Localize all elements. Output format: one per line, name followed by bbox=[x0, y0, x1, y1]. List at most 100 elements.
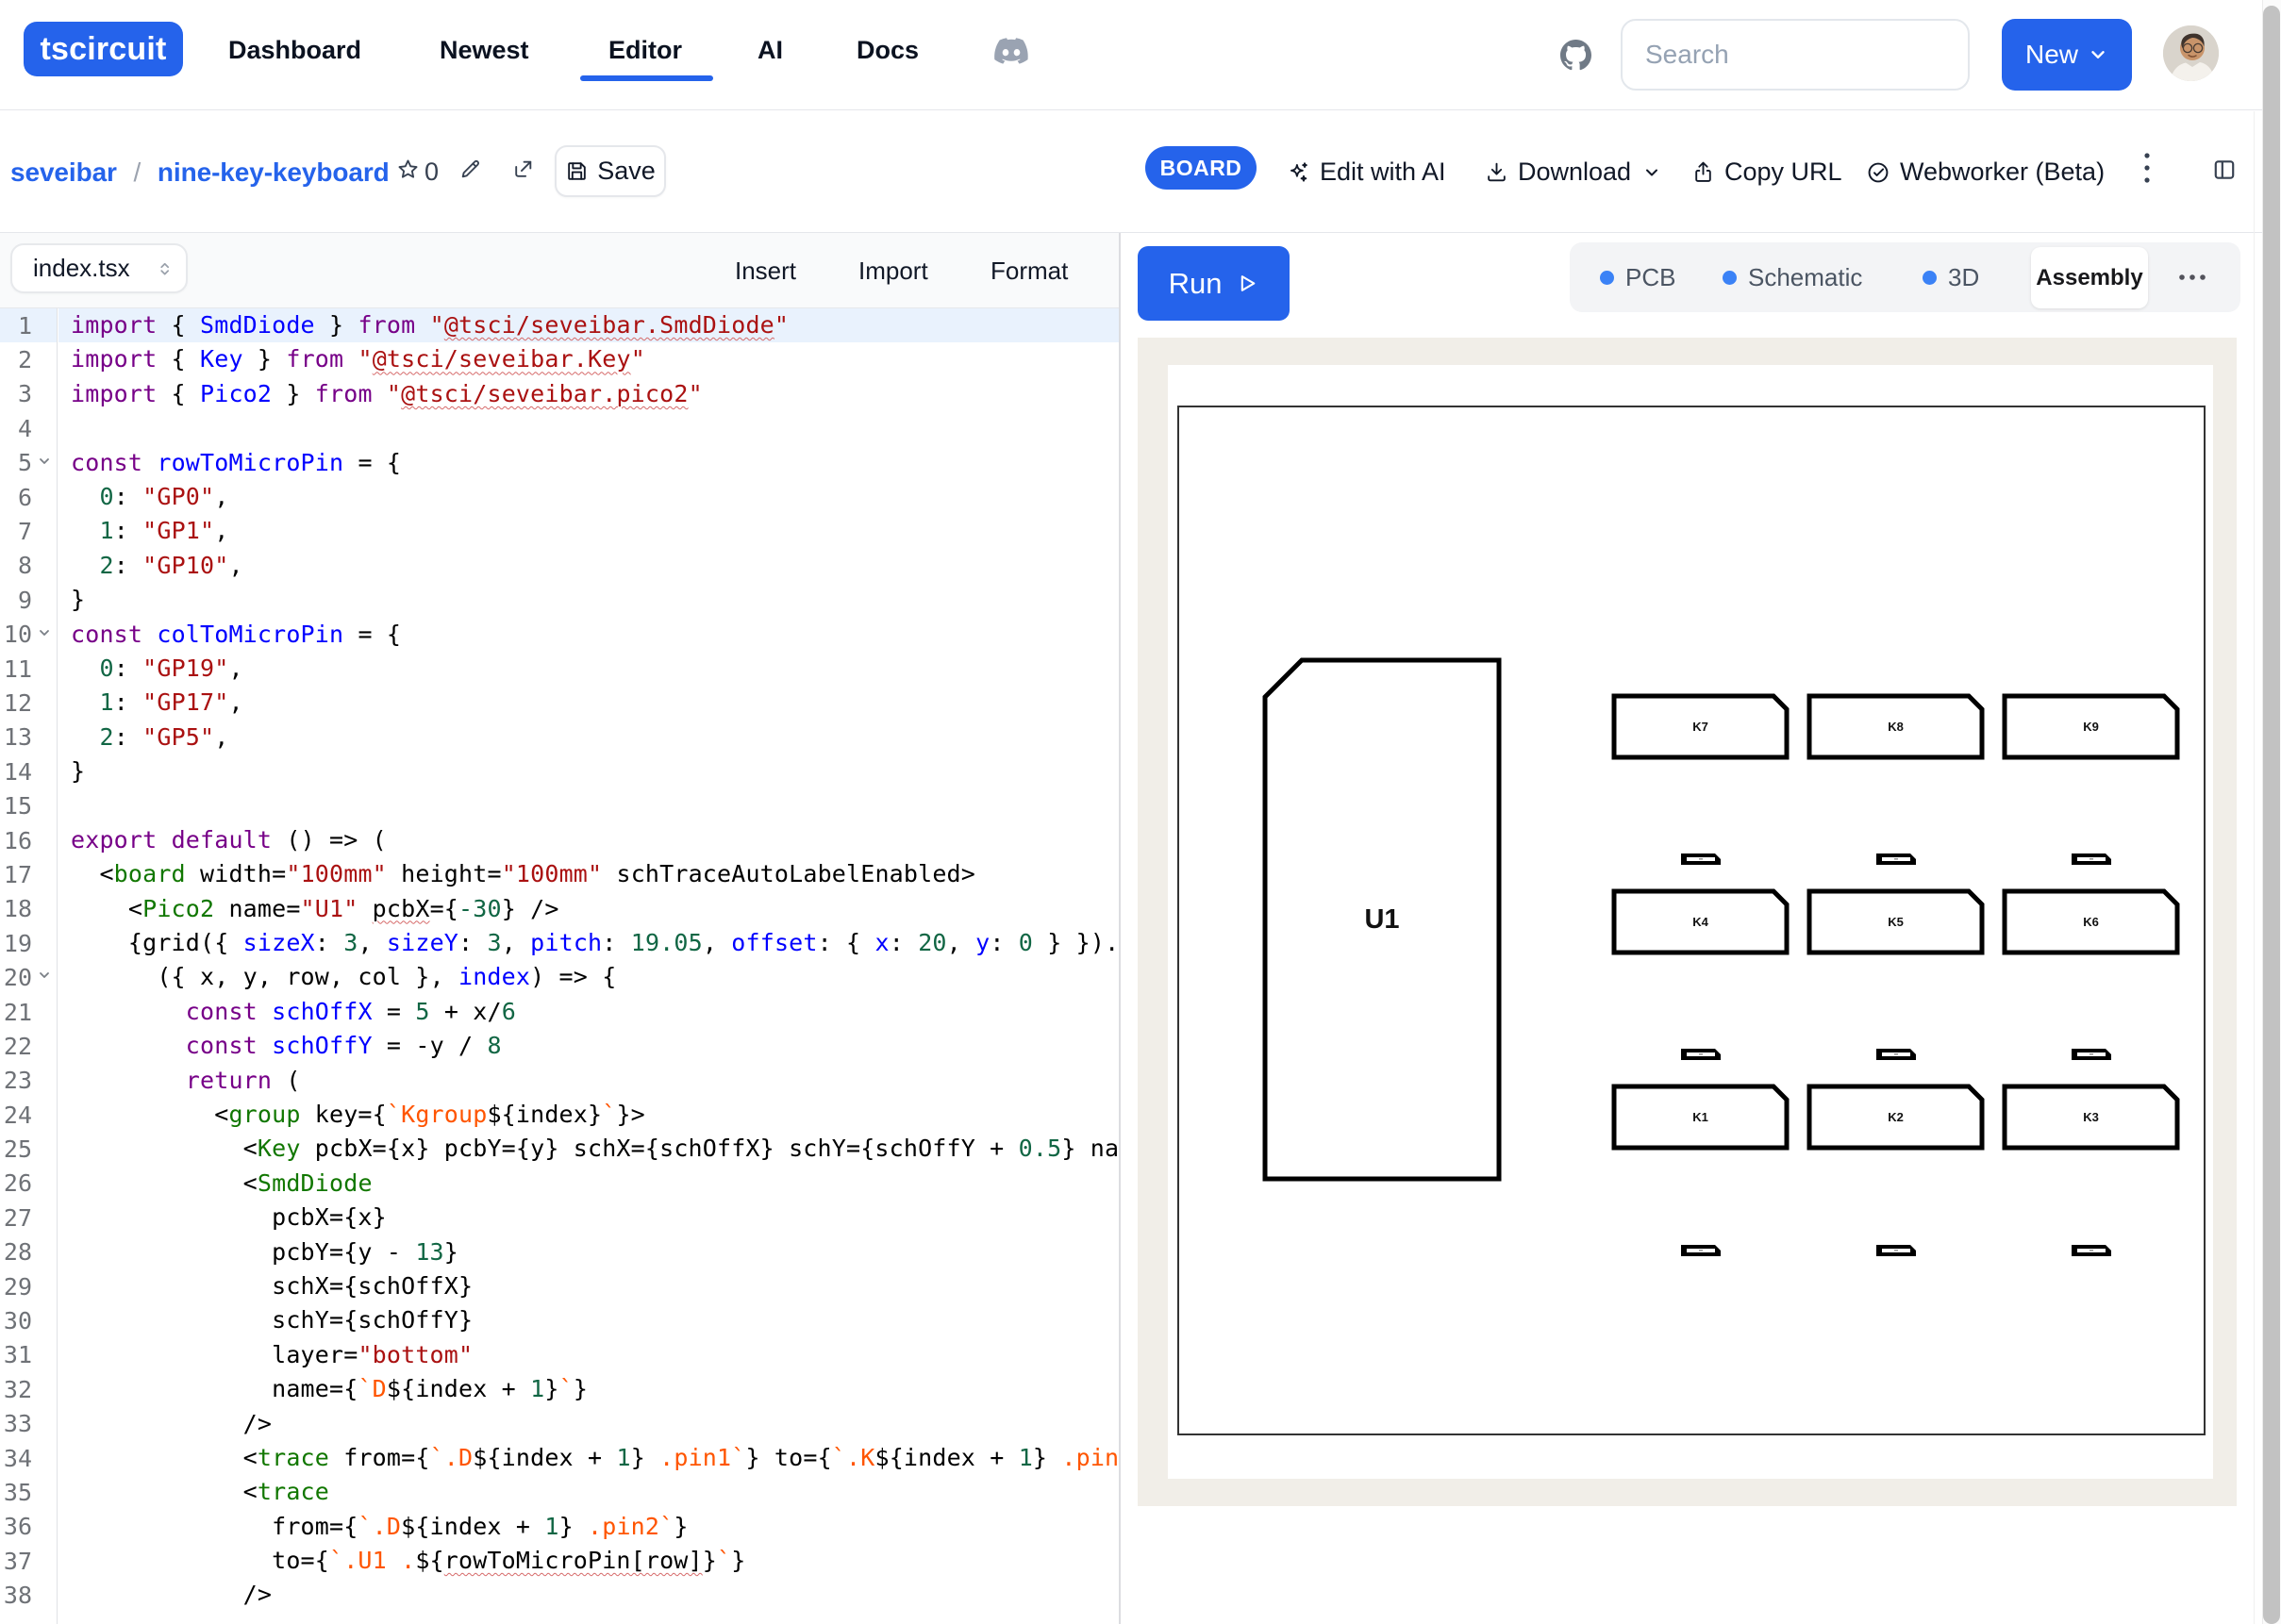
panel-layout-icon[interactable] bbox=[2212, 157, 2237, 187]
code-line-3[interactable]: import { Pico2 } from "@tsci/seveibar.pi… bbox=[58, 377, 1119, 411]
board-badge[interactable]: BOARD bbox=[1145, 146, 1257, 190]
code-token: , bbox=[502, 929, 530, 956]
gutter-row-19: 19 bbox=[0, 926, 57, 960]
editor-menu-insert[interactable]: Insert bbox=[735, 233, 796, 308]
code-line-27[interactable]: pcbX={x} bbox=[58, 1201, 1119, 1235]
code-token: : bbox=[114, 655, 142, 682]
code-line-17[interactable]: <board width="100mm" height="100mm" schT… bbox=[58, 857, 1119, 891]
gutter-row-32: 32 bbox=[0, 1372, 57, 1406]
code-editor[interactable]: 1234567891011121314151617181920212223242… bbox=[0, 308, 1119, 1624]
code-line-36[interactable]: from={`.D${index + 1} .pin2`} bbox=[58, 1510, 1119, 1544]
code-line-13[interactable]: 2: "GP5", bbox=[58, 721, 1119, 754]
code-line-16[interactable]: export default () => ( bbox=[58, 823, 1119, 857]
code-line-19[interactable]: {grid({ sizeX: 3, sizeY: 3, pitch: 19.05… bbox=[58, 926, 1119, 960]
code-line-23[interactable]: return ( bbox=[58, 1064, 1119, 1098]
code-line-29[interactable]: schX={schOffX} bbox=[58, 1269, 1119, 1303]
star-icon[interactable] bbox=[396, 157, 420, 186]
code-line-9[interactable]: } bbox=[58, 583, 1119, 617]
code-line-11[interactable]: 0: "GP19", bbox=[58, 652, 1119, 686]
code-line-37[interactable]: to={`.U1 .${rowToMicroPin[row]}`} bbox=[58, 1544, 1119, 1578]
code-line-34[interactable]: <trace from={`.D${index + 1} .pin1`} to=… bbox=[58, 1441, 1119, 1475]
webworker-button[interactable]: Webworker (Beta) bbox=[1866, 111, 2105, 233]
tab-pcb[interactable]: PCB bbox=[1600, 242, 1675, 312]
nav-item-newest[interactable]: Newest bbox=[440, 0, 529, 100]
code-line-6[interactable]: 0: "GP0", bbox=[58, 480, 1119, 514]
code-line-10[interactable]: const colToMicroPin = { bbox=[58, 618, 1119, 652]
editor-menu-format[interactable]: Format bbox=[991, 233, 1068, 308]
line-number: 21 bbox=[0, 999, 32, 1026]
new-button[interactable]: New bbox=[2002, 19, 2132, 91]
code-token bbox=[142, 621, 157, 648]
nav-item-dashboard[interactable]: Dashboard bbox=[228, 0, 361, 100]
play-icon bbox=[1235, 272, 1258, 295]
code-token: } bbox=[574, 1375, 588, 1402]
code-line-20[interactable]: ({ x, y, row, col }, index) => { bbox=[58, 960, 1119, 994]
fold-marker[interactable] bbox=[32, 960, 57, 994]
tab-assembly-active[interactable]: Assembly bbox=[2031, 247, 2148, 308]
code-line-21[interactable]: const schOffX = 5 + x/6 bbox=[58, 995, 1119, 1029]
code-token: schOffY bbox=[272, 1032, 373, 1059]
tab-3d[interactable]: 3D bbox=[1923, 242, 1979, 312]
tabstrip-more-button[interactable] bbox=[2164, 242, 2221, 312]
file-select[interactable]: index.tsx bbox=[10, 243, 188, 293]
avatar[interactable] bbox=[2163, 25, 2219, 81]
breadcrumb-owner-link[interactable]: seveibar bbox=[10, 157, 117, 187]
code-token: offset bbox=[731, 929, 817, 956]
kebab-menu-icon[interactable] bbox=[2136, 149, 2158, 191]
edit-with-ai-button[interactable]: Edit with AI bbox=[1286, 111, 1446, 233]
save-button[interactable]: Save bbox=[555, 145, 666, 197]
fold-marker[interactable] bbox=[32, 446, 57, 480]
nav-item-ai[interactable]: AI bbox=[758, 0, 783, 100]
code-line-15[interactable] bbox=[58, 788, 1119, 822]
code-token: import bbox=[71, 311, 157, 339]
code-line-1[interactable]: import { SmdDiode } from "@tsci/seveibar… bbox=[58, 308, 1119, 342]
code-line-5[interactable]: const rowToMicroPin = { bbox=[58, 446, 1119, 480]
tab-schematic[interactable]: Schematic bbox=[1723, 242, 1862, 312]
code-token: : bbox=[458, 929, 487, 956]
edit-pencil-icon[interactable] bbox=[458, 157, 482, 186]
code-line-7[interactable]: 1: "GP1", bbox=[58, 514, 1119, 548]
code-line-32[interactable]: name={`D${index + 1}`} bbox=[58, 1372, 1119, 1406]
nav-item-editor[interactable]: Editor bbox=[608, 0, 682, 100]
open-external-icon[interactable] bbox=[511, 157, 535, 186]
code-line-18[interactable]: <Pico2 name="U1" pcbX={-30} /> bbox=[58, 892, 1119, 926]
nav-item-docs[interactable]: Docs bbox=[857, 0, 919, 100]
code-line-8[interactable]: 2: "GP10", bbox=[58, 549, 1119, 583]
editor-menu-import[interactable]: Import bbox=[858, 233, 928, 308]
scrollbar-thumb[interactable] bbox=[2263, 6, 2280, 1624]
breadcrumb-project-link[interactable]: nine-key-keyboard bbox=[158, 157, 390, 187]
code-line-4[interactable] bbox=[58, 411, 1119, 445]
chevron-down-icon bbox=[2088, 44, 2108, 65]
code-line-24[interactable]: <group key={`Kgroup${index}`}> bbox=[58, 1098, 1119, 1132]
code-line-25[interactable]: <Key pcbX={x} pcbY={y} schX={schOffX} sc… bbox=[58, 1132, 1119, 1166]
code-line-26[interactable]: <SmdDiode bbox=[58, 1167, 1119, 1201]
discord-icon[interactable] bbox=[993, 38, 1029, 66]
code-token: } bbox=[444, 1238, 458, 1266]
code-line-14[interactable]: } bbox=[58, 754, 1119, 788]
code-line-2[interactable]: import { Key } from "@tsci/seveibar.Key" bbox=[58, 342, 1119, 376]
run-button[interactable]: Run bbox=[1138, 246, 1290, 321]
code-line-22[interactable]: const schOffY = -y / 8 bbox=[58, 1029, 1119, 1063]
assembly-diode bbox=[1876, 853, 1916, 865]
github-icon[interactable] bbox=[1560, 40, 1591, 71]
code-token: ) => { bbox=[530, 963, 616, 990]
code-token: return bbox=[186, 1067, 272, 1094]
tscircuit-logo[interactable]: tscircuit bbox=[24, 22, 183, 76]
assembly-canvas[interactable]: U1K7K8K9K4K5K6K1K2K3 bbox=[1168, 365, 2213, 1479]
code-line-12[interactable]: 1: "GP17", bbox=[58, 686, 1119, 720]
code-line-38[interactable]: /> bbox=[58, 1578, 1119, 1612]
code-token: width= bbox=[186, 860, 287, 887]
code-line-28[interactable]: pcbY={y - 13} bbox=[58, 1235, 1119, 1269]
code-line-31[interactable]: layer="bottom" bbox=[58, 1338, 1119, 1372]
assembly-diode bbox=[2072, 853, 2111, 865]
fold-marker[interactable] bbox=[32, 618, 57, 652]
gutter-row-18: 18 bbox=[0, 892, 57, 926]
copy-url-button[interactable]: Copy URL bbox=[1691, 111, 1842, 233]
download-button[interactable]: Download bbox=[1485, 111, 1661, 233]
pane-edge-line bbox=[2254, 111, 2255, 1624]
code-line-33[interactable]: /> bbox=[58, 1407, 1119, 1441]
gutter-row-7: 7 bbox=[0, 514, 57, 548]
search-input[interactable] bbox=[1621, 19, 1970, 91]
code-line-30[interactable]: schY={schOffY} bbox=[58, 1303, 1119, 1337]
code-line-35[interactable]: <trace bbox=[58, 1475, 1119, 1509]
